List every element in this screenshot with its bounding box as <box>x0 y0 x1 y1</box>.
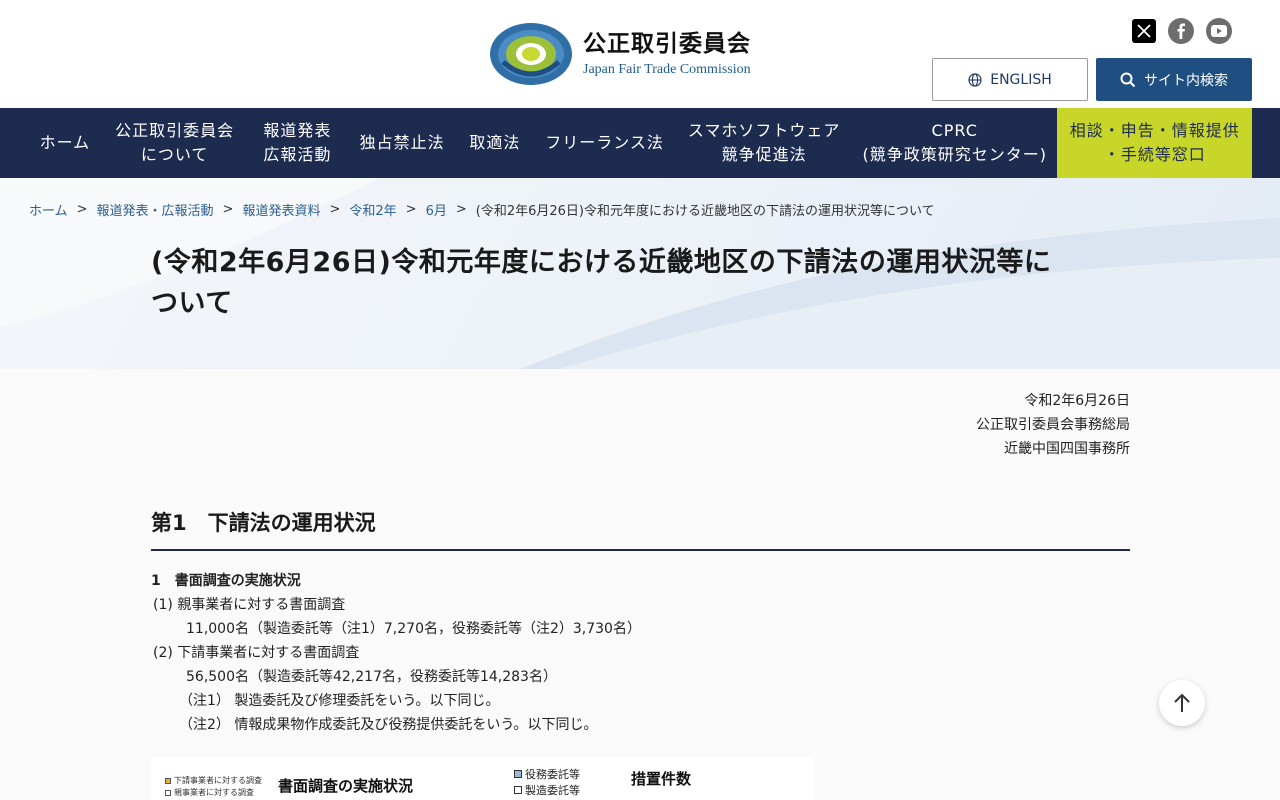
section-heading: 第1 下請法の運用状況 <box>151 507 1130 551</box>
item-sub-survey-detail: 56,500名（製造委託等42,217名，役務委託等14,283名） <box>186 669 557 685</box>
nav-smartphone-software[interactable]: スマホソフトウェア 競争促進法 <box>676 108 852 178</box>
globe-icon <box>968 72 982 87</box>
youtube-icon[interactable] <box>1206 18 1232 44</box>
item-parent-survey-detail: 11,000名（製造委託等（注1）7,270名，役務委託等（注2）3,730名） <box>186 621 641 637</box>
item-parent-survey: (1) 親事業者に対する書面調査 <box>153 597 346 613</box>
english-label: ENGLISH <box>990 71 1052 88</box>
main-content: 令和2年6月26日 公正取引委員会事務総局 近畿中国四国事務所 第1 下請法の運… <box>0 369 1280 800</box>
search-label: サイト内検索 <box>1144 72 1228 89</box>
subheading: 1 書面調査の実施状況 <box>151 573 301 589</box>
global-nav: ホーム 公正取引委員会 について 報道発表 広報活動 独占禁止法 取適法 フリーラン… <box>0 108 1280 178</box>
item-sub-survey: (2) 下請事業者に対する書面調査 <box>153 645 360 661</box>
figure-title: 書面調査の実施状況 <box>278 777 414 795</box>
jftc-emblem-icon <box>490 23 572 85</box>
breadcrumb-year[interactable]: 令和2年 <box>349 200 396 219</box>
survey-figure: 下請事業者に対する調査 親事業者に対する調査 書面調査の実施状況 役務委託等 製… <box>151 757 814 800</box>
site-logo[interactable]: 公正取引委員会 Japan Fair Trade Commission <box>489 22 751 86</box>
press-date: 令和2年6月26日 <box>1024 393 1130 409</box>
nav-freelance[interactable]: フリーランス法 <box>533 108 677 178</box>
site-search-button[interactable]: サイト内検索 <box>1096 58 1252 101</box>
breadcrumb: ホーム > 報道発表・広報活動 > 報道発表資料 > 令和2年 > 6月 > (… <box>29 200 935 219</box>
breadcrumb-month[interactable]: 6月 <box>426 200 447 219</box>
nav-antimonopoly[interactable]: 独占禁止法 <box>347 108 457 178</box>
social-links <box>1132 18 1232 44</box>
nav-cprc[interactable]: CPRC (競争政策研究センター) <box>852 108 1058 178</box>
note-1: （注1） 製造委託及び修理委託をいう。以下同じ。 <box>179 693 500 709</box>
x-twitter-icon[interactable] <box>1132 19 1156 43</box>
search-icon <box>1120 72 1136 87</box>
section-body: 1 書面調査の実施状況 (1) 親事業者に対する書面調査 11,000名（製造委… <box>151 569 641 737</box>
breadcrumb-home[interactable]: ホーム <box>29 200 68 219</box>
logo-title-en: Japan Fair Trade Commission <box>583 62 751 77</box>
nav-toriteki[interactable]: 取適法 <box>457 108 533 178</box>
breadcrumb-press-materials[interactable]: 報道発表資料 <box>242 200 320 219</box>
figure-legend-right: 役務委託等 製造委託等 <box>514 767 580 799</box>
press-org: 公正取引委員会事務総局 <box>976 417 1130 433</box>
nav-press[interactable]: 報道発表 広報活動 <box>247 108 347 178</box>
site-header: 公正取引委員会 Japan Fair Trade Commission ENGL… <box>0 0 1280 108</box>
page-hero: ホーム > 報道発表・広報活動 > 報道発表資料 > 令和2年 > 6月 > (… <box>0 178 1280 369</box>
press-meta: 令和2年6月26日 公正取引委員会事務総局 近畿中国四国事務所 <box>976 389 1130 461</box>
arrow-up-icon <box>1174 693 1190 712</box>
breadcrumb-current: (令和2年6月26日)令和元年度における近畿地区の下請法の運用状況等について <box>475 204 935 219</box>
logo-title-ja: 公正取引委員会 <box>583 31 751 57</box>
note-2: （注2） 情報成果物作成委託及び役務提供委託をいう。以下同じ。 <box>179 717 598 733</box>
press-office: 近畿中国四国事務所 <box>1004 441 1130 457</box>
nav-consultation[interactable]: 相談・申告・情報提供 ・手続等窓口 <box>1057 108 1252 178</box>
figure-legend-left: 下請事業者に対する調査 親事業者に対する調査 <box>165 775 262 799</box>
page-title: (令和2年6月26日)令和元年度における近畿地区の下請法の運用状況等に ついて <box>151 247 1052 319</box>
nav-home[interactable]: ホーム <box>28 108 102 178</box>
figure-measures-title: 措置件数 <box>631 770 692 788</box>
nav-about[interactable]: 公正取引委員会 について <box>102 108 248 178</box>
facebook-icon[interactable] <box>1168 18 1194 44</box>
english-button[interactable]: ENGLISH <box>932 58 1088 101</box>
back-to-top-button[interactable] <box>1159 680 1205 726</box>
breadcrumb-press[interactable]: 報道発表・広報活動 <box>97 200 214 219</box>
